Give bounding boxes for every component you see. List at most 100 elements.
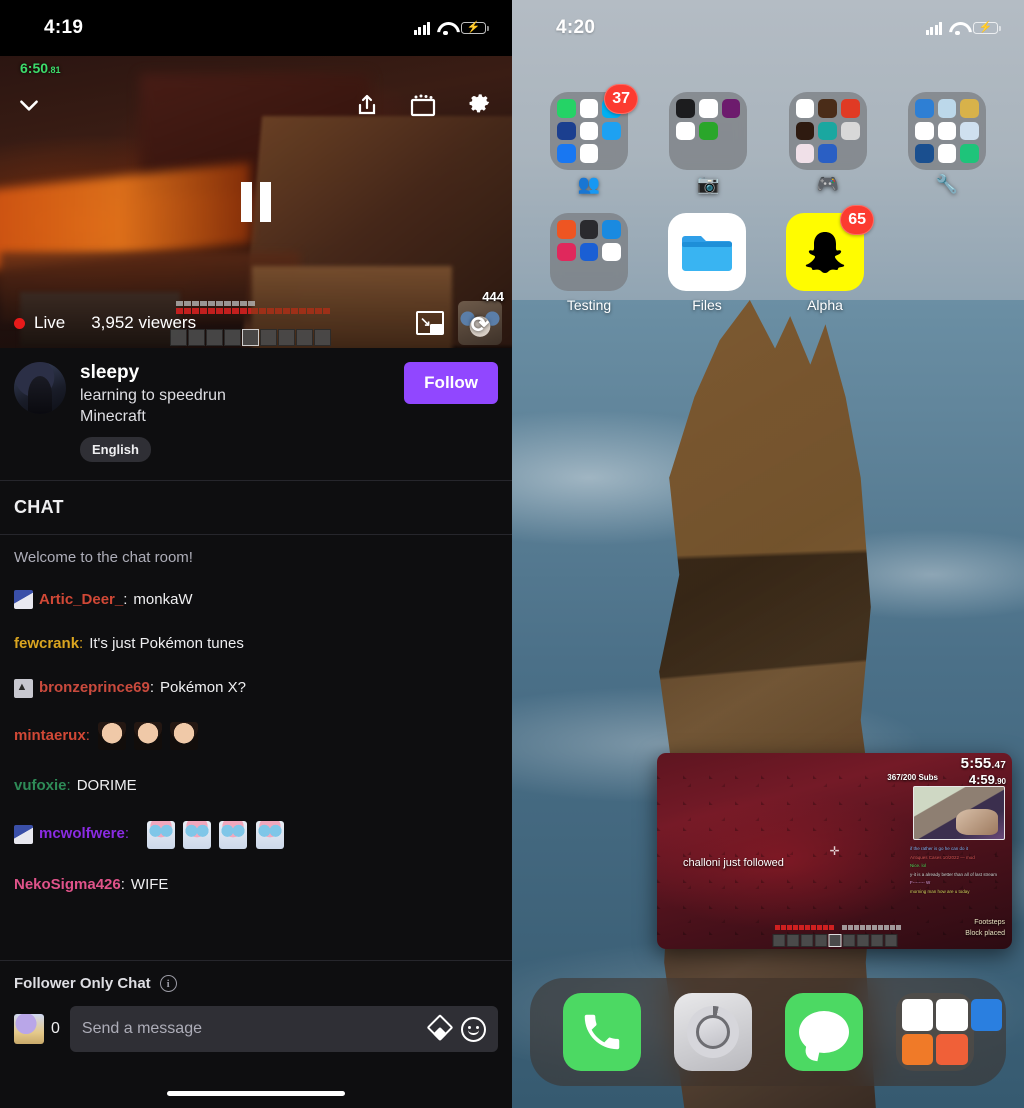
stream-tag[interactable]: English: [80, 437, 151, 462]
channel-name[interactable]: sleepy: [80, 362, 390, 384]
dock-app-phone[interactable]: [563, 993, 641, 1071]
settings-icon[interactable]: [674, 993, 752, 1071]
channel-points[interactable]: 0: [14, 1014, 60, 1044]
mini-app-empty: [602, 144, 621, 163]
folder-tools[interactable]: 🔧: [904, 92, 990, 195]
chat-username[interactable]: fewcrank: [14, 634, 79, 654]
folder-icon[interactable]: [908, 92, 986, 170]
stream-title: learning to speedrun: [80, 386, 390, 407]
mini-app-2: [580, 220, 599, 239]
video-player[interactable]: 6:50.81: [0, 56, 512, 348]
chat-username[interactable]: bronzeprince69: [39, 678, 150, 698]
messages-icon[interactable]: [785, 993, 863, 1071]
mini-app-empty: [722, 122, 741, 141]
chat-username[interactable]: vufoxie: [14, 776, 67, 796]
mini-app-empty: [580, 265, 599, 284]
player-bottom-bar: Live 3,952 viewers ↘ ⟳ 444: [0, 298, 512, 348]
follow-button[interactable]: Follow: [404, 362, 498, 404]
wifi-icon: [949, 22, 966, 35]
mini-app-9: [960, 144, 979, 163]
mini-app-empty: [602, 265, 621, 284]
mini-app-youtube: [580, 122, 599, 141]
stream-category[interactable]: Minecraft: [80, 407, 390, 428]
chat-message: fewcrank: It's just Pokémon tunes: [12, 632, 500, 656]
mini-app-empty: [841, 144, 860, 163]
chat-footer: Follower Only Chat i 0: [0, 960, 512, 1108]
mini-app-slack: [580, 99, 599, 118]
refresh-icon[interactable]: ⟳ 444: [458, 301, 502, 345]
mini-app-fml: [557, 122, 576, 141]
chat-text: monkaW: [133, 590, 192, 610]
chat-emote: [219, 821, 247, 849]
folder-social[interactable]: 37 👥: [546, 92, 632, 195]
chevron-down-icon[interactable]: [14, 90, 44, 120]
folder-label: 🔧: [936, 174, 958, 195]
crosshair-icon: ✛: [829, 844, 839, 858]
pip-facecam: [913, 786, 1005, 840]
pause-icon[interactable]: [241, 182, 271, 222]
dock-app-settings[interactable]: [674, 993, 752, 1071]
chat-emote: [147, 821, 175, 849]
folder-games[interactable]: 🎮: [785, 92, 871, 195]
home-indicator[interactable]: [167, 1091, 345, 1096]
folder-testing[interactable]: Testing: [546, 213, 632, 313]
chat-username[interactable]: mintaerux: [14, 726, 86, 746]
pip-sub-count: 367/200 Subs: [887, 773, 938, 782]
dock-app-folder[interactable]: [896, 993, 974, 1071]
pip-chat-overlay: if the rather is go he can do it Antique…: [910, 845, 1006, 896]
chat-username[interactable]: Artic_Deer_: [39, 590, 123, 610]
pip-follow-alert: challoni just followed: [683, 857, 784, 869]
chat-message-list[interactable]: Welcome to the chat room! Artic_Deer_: m…: [0, 535, 512, 951]
app-files[interactable]: Files: [664, 213, 750, 313]
gear-icon[interactable]: [464, 90, 494, 120]
picture-in-picture-window[interactable]: ✛ 5:55.47 367/200 Subs 4:59.90 if the ra…: [657, 753, 1012, 949]
folder-label: 👥: [578, 174, 600, 195]
chat-message: vufoxie: DORIME: [12, 774, 500, 798]
phone-icon[interactable]: [563, 993, 641, 1071]
mini-app-6: [960, 122, 979, 141]
left-status-icons: ⚡: [414, 22, 487, 35]
viewer-count: 3,952 viewers: [91, 313, 196, 333]
chat-message: NekoSigma426: WIFE: [12, 873, 500, 897]
chat-username[interactable]: mcwolfwere: [39, 824, 125, 844]
mini-app-5: [818, 122, 837, 141]
chat-input-box[interactable]: [70, 1006, 498, 1052]
folder-icon[interactable]: [550, 213, 628, 291]
files-icon[interactable]: [668, 213, 746, 291]
channel-info: sleepy learning to speedrun Minecraft En…: [0, 348, 512, 481]
info-icon[interactable]: i: [160, 975, 177, 992]
app-badge: 65: [840, 205, 874, 235]
picture-in-picture-icon[interactable]: ↘: [416, 311, 444, 335]
chat-input[interactable]: [82, 1020, 419, 1038]
mini-app-messenger: [580, 144, 599, 163]
chat-emote: [183, 821, 211, 849]
mini-app-2: [936, 999, 968, 1031]
chat-header: CHAT: [0, 481, 512, 535]
dock-app-messages[interactable]: [785, 993, 863, 1071]
bits-icon[interactable]: [429, 1018, 451, 1040]
mini-app-3: [722, 99, 741, 118]
follower-only-label: Follower Only Chat: [14, 975, 151, 992]
folder-icon[interactable]: [789, 92, 867, 170]
folder-badge: 37: [604, 84, 638, 114]
channel-points-icon: [14, 1014, 44, 1044]
dock-folder-icon[interactable]: [896, 993, 974, 1071]
app-label: Alpha: [807, 297, 843, 313]
clips-icon[interactable]: [408, 90, 438, 120]
mini-app-empty: [971, 1034, 1003, 1066]
share-icon[interactable]: [352, 90, 382, 120]
mini-app-5: [699, 122, 718, 141]
chat-emote: [134, 722, 162, 750]
chat-username[interactable]: NekoSigma426: [14, 875, 121, 895]
app-alpha-snapchat[interactable]: 65 Alpha: [782, 213, 868, 313]
mini-app-1: [902, 999, 934, 1031]
follower-only-row: Follower Only Chat i: [14, 975, 498, 992]
channel-points-value: 0: [51, 1020, 60, 1038]
mini-app-empty: [699, 144, 718, 163]
folder-icon[interactable]: [669, 92, 747, 170]
folder-camera[interactable]: 📷: [665, 92, 751, 195]
avatar[interactable]: [14, 362, 66, 414]
mini-app-1: [676, 99, 695, 118]
emote-picker-icon[interactable]: [461, 1017, 486, 1042]
mini-app-3: [960, 99, 979, 118]
